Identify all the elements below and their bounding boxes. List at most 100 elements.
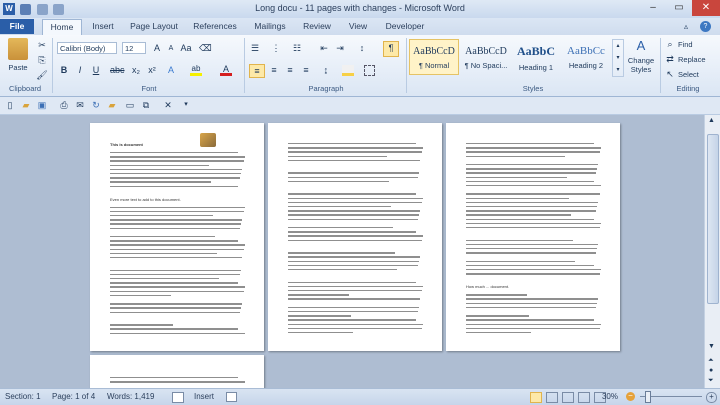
highlight-color-icon[interactable]: ab (190, 64, 202, 76)
align-left-icon[interactable]: ≡ (249, 64, 265, 78)
tab-developer[interactable]: Developer (382, 19, 428, 34)
word-count[interactable]: Words: 1,419 (107, 392, 154, 401)
refresh-icon[interactable]: ↻ (90, 99, 102, 111)
tab-mailings[interactable]: Mailings (250, 19, 290, 34)
line-spacing-icon[interactable]: ↨ (320, 64, 332, 76)
bullets-icon[interactable]: ☰ (249, 42, 261, 54)
italic-button[interactable]: I (74, 64, 86, 76)
outline-view-icon[interactable] (578, 392, 590, 403)
clear-formatting-icon[interactable]: ⌫ (199, 42, 212, 54)
open-folder-icon[interactable]: ▰ (20, 99, 32, 111)
tab-file[interactable]: File (0, 19, 34, 34)
browse-object-icon[interactable]: ● (709, 367, 713, 374)
new-document-icon[interactable]: ▯ (4, 99, 16, 111)
help-icon[interactable]: ? (700, 21, 711, 32)
sort-icon[interactable]: ↕ (356, 42, 368, 54)
proofing-icon[interactable] (172, 392, 184, 403)
save-icon[interactable]: ▣ (36, 99, 48, 111)
tab-insert[interactable]: Insert (88, 19, 118, 34)
copy-icon[interactable]: ⎘ (36, 54, 48, 66)
font-size-combo[interactable]: 12 (122, 42, 146, 54)
page-indicator[interactable]: Page: 1 of 4 (52, 392, 95, 401)
close-button[interactable]: ✕ (692, 0, 720, 16)
format-painter-icon[interactable]: 🖌 (36, 69, 48, 81)
window-icon[interactable]: ▭ (124, 99, 136, 111)
tab-review[interactable]: Review (300, 19, 334, 34)
compare-icon[interactable]: ⧉ (140, 99, 152, 111)
section-indicator[interactable]: Section: 1 (5, 392, 41, 401)
tab-references[interactable]: References (190, 19, 240, 34)
shrink-font-icon[interactable]: A (165, 43, 177, 55)
text-line (110, 332, 245, 334)
minimize-button[interactable]: – (640, 0, 666, 16)
show-hide-button[interactable]: ¶ (383, 41, 399, 57)
next-page-icon[interactable]: ⏷ (708, 377, 714, 385)
align-right-icon[interactable]: ≡ (284, 64, 296, 76)
style-normal[interactable]: AaBbCcD ¶ Normal (409, 39, 459, 75)
delete-icon[interactable]: ✕ (162, 99, 174, 111)
text-line (466, 319, 594, 321)
bold-button[interactable]: B (58, 64, 70, 76)
increase-indent-icon[interactable]: ⇥ (334, 42, 346, 54)
change-styles-button[interactable]: Change Styles (624, 56, 658, 74)
text-line (466, 206, 597, 208)
text-line (110, 152, 238, 154)
grow-font-icon[interactable]: A (151, 42, 163, 54)
scroll-thumb[interactable] (707, 134, 719, 304)
cut-icon[interactable]: ✂ (36, 39, 48, 51)
folder-icon[interactable]: ▰ (106, 99, 118, 111)
scroll-down-icon[interactable]: ▼ (708, 343, 715, 350)
zoom-in-icon[interactable]: + (706, 392, 717, 403)
print-layout-view-icon[interactable] (530, 392, 542, 403)
style-no-spacing[interactable]: AaBbCcD ¶ No Spaci... (461, 39, 511, 75)
underline-button[interactable]: U (90, 64, 102, 76)
paste-button[interactable]: Paste (4, 63, 32, 72)
superscript-icon[interactable]: x² (146, 64, 158, 76)
print-preview-icon[interactable]: ⎙ (58, 99, 70, 111)
insert-mode[interactable]: Insert (194, 392, 214, 401)
text-line (288, 210, 420, 212)
change-case-icon[interactable]: Aa (180, 42, 192, 54)
style-heading-1[interactable]: AaBbC Heading 1 (511, 39, 561, 75)
font-name-combo[interactable]: Calibri (Body) (57, 42, 117, 54)
font-color-icon[interactable]: A (220, 64, 232, 76)
style-name: Heading 1 (518, 63, 554, 72)
change-styles-icon[interactable]: A (632, 38, 650, 54)
email-icon[interactable]: ✉ (74, 99, 86, 111)
decrease-indent-icon[interactable]: ⇤ (318, 42, 330, 54)
restore-button[interactable]: ▭ (666, 0, 692, 16)
previous-page-icon[interactable]: ⏶ (708, 357, 714, 365)
text-line (110, 215, 213, 217)
tab-page-layout[interactable]: Page Layout (128, 19, 180, 34)
borders-icon[interactable] (364, 65, 375, 76)
tab-view[interactable]: View (344, 19, 372, 34)
text-line (466, 218, 594, 220)
web-layout-icon[interactable] (562, 392, 574, 403)
zoom-out-icon[interactable]: − (626, 392, 635, 401)
minimize-ribbon-icon[interactable]: ▵ (684, 22, 688, 31)
numbering-icon[interactable]: ⋮ (270, 42, 282, 54)
style-heading-2[interactable]: AaBbCc Heading 2 (561, 39, 611, 75)
macro-record-icon[interactable] (226, 392, 237, 402)
replace-button[interactable]: Replace (678, 55, 706, 64)
shading-icon[interactable] (342, 65, 354, 76)
find-button[interactable]: Find (678, 40, 693, 49)
strikethrough-icon[interactable]: abc (110, 64, 125, 76)
align-center-icon[interactable]: ≡ (268, 64, 280, 76)
subscript-icon[interactable]: x₂ (130, 64, 142, 76)
text-effects-icon[interactable]: A (165, 64, 177, 76)
paste-icon[interactable] (8, 38, 28, 60)
tab-home[interactable]: Home (42, 19, 82, 35)
text-line (110, 294, 171, 297)
text-line (466, 155, 565, 157)
justify-icon[interactable]: ≡ (300, 64, 312, 76)
document-area[interactable]: This is document Even more text to add t… (0, 115, 704, 388)
zoom-level[interactable]: 30% (600, 392, 618, 401)
customize-toolbar-icon[interactable]: ▾ (180, 99, 192, 111)
styles-scroll-icon[interactable]: ▴ ▾ ▾ (612, 39, 624, 77)
multilevel-list-icon[interactable]: ☷ (291, 42, 303, 54)
full-screen-reading-icon[interactable] (546, 392, 558, 403)
select-button[interactable]: Select (678, 70, 699, 79)
zoom-slider-thumb[interactable] (645, 391, 651, 403)
scroll-up-icon[interactable]: ▲ (708, 117, 715, 124)
